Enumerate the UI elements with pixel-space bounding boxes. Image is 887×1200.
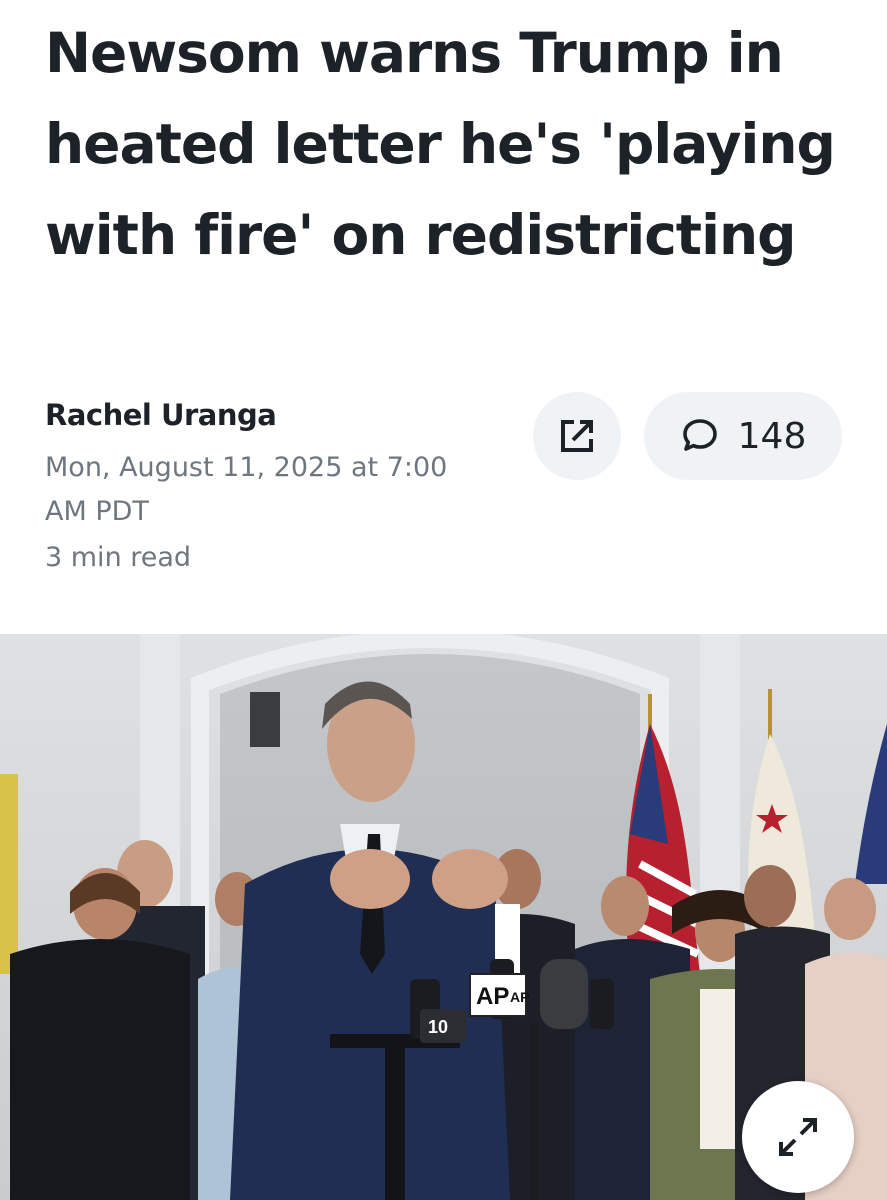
publish-date: Mon, August 11, 2025 at 7:00 AM PDT xyxy=(45,452,448,527)
expand-photo-button[interactable] xyxy=(742,1081,854,1193)
comment-count: 148 xyxy=(737,415,807,457)
author-name[interactable]: Rachel Uranga xyxy=(45,398,277,432)
share-button[interactable] xyxy=(533,392,621,480)
comments-button[interactable]: 148 xyxy=(644,392,842,480)
read-time: 3 min read xyxy=(45,542,192,573)
article-headline: Newsom warns Trump in heated letter he's… xyxy=(45,21,836,267)
comment-bubble-icon xyxy=(682,419,717,451)
expand-arrows-icon xyxy=(779,1118,817,1156)
share-external-icon xyxy=(561,420,593,452)
mic-flag-10: 10 xyxy=(428,1017,448,1037)
mic-flag-ap-small: AP xyxy=(510,989,529,1005)
mic-flag-ap: AP xyxy=(476,983,509,1010)
